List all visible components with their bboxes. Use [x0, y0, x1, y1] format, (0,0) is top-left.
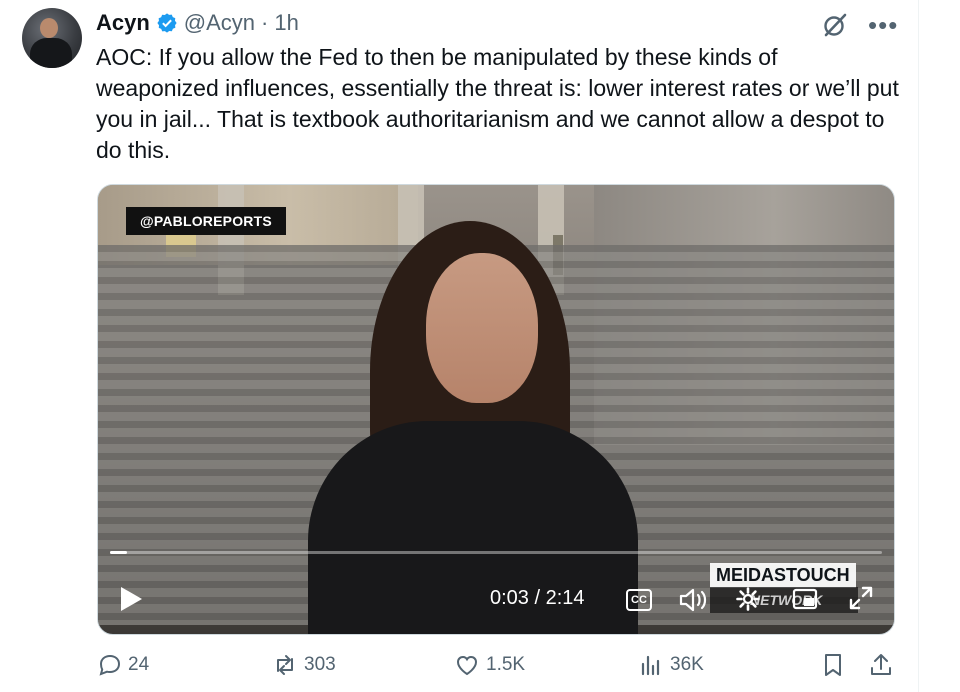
timeline-divider	[918, 0, 919, 692]
reply-icon	[99, 654, 121, 676]
video-player[interactable]: @PABLOREPORTS MEIDASTOUCH NETWORK 0:03 /…	[97, 184, 895, 635]
reply-count: 24	[128, 654, 150, 675]
repost-count: 303	[304, 654, 336, 675]
picture-in-picture-icon[interactable]	[792, 587, 818, 611]
video-progress-fill	[110, 551, 127, 554]
tweet-header: Acyn @Acyn · 1h	[96, 9, 299, 37]
views-count: 36K	[670, 654, 704, 675]
tweet-top-actions: •••	[820, 10, 898, 40]
views-icon	[641, 655, 660, 676]
tweet-text: AOC: If you allow the Fed to then be man…	[96, 44, 899, 163]
video-watermark: @PABLOREPORTS	[126, 207, 286, 235]
like-button[interactable]: 1.5K	[454, 652, 525, 678]
video-progress-bar[interactable]	[110, 551, 882, 554]
volume-icon[interactable]	[678, 587, 708, 613]
separator: ·	[261, 10, 269, 35]
views-button[interactable]: 36K	[638, 652, 704, 678]
repost-icon	[277, 655, 293, 675]
closed-captions-icon[interactable]: CC	[626, 589, 652, 611]
settings-gear-icon[interactable]	[736, 587, 760, 611]
like-count: 1.5K	[486, 654, 526, 675]
more-icon[interactable]: •••	[868, 12, 898, 38]
video-time: 0:03 / 2:14	[490, 587, 585, 609]
avatar[interactable]	[22, 8, 82, 68]
share-button[interactable]	[868, 652, 894, 678]
tweet-actions: 24 303 1.5K 36K	[96, 652, 896, 686]
fullscreen-icon[interactable]	[848, 585, 874, 611]
timestamp[interactable]: 1h	[274, 10, 298, 36]
video-subject	[308, 221, 638, 634]
display-name[interactable]: Acyn	[96, 10, 150, 36]
share-icon	[871, 654, 891, 675]
grok-icon[interactable]	[820, 10, 850, 40]
repost-button[interactable]: 303	[272, 652, 336, 678]
like-icon	[456, 655, 478, 676]
verified-badge-icon	[157, 13, 177, 33]
bookmark-button[interactable]	[820, 652, 846, 678]
reply-button[interactable]: 24	[96, 652, 149, 678]
bookmark-icon	[825, 654, 841, 676]
video-controls: 0:03 / 2:14 CC	[98, 577, 894, 621]
play-icon[interactable]	[118, 585, 144, 613]
handle[interactable]: @Acyn	[184, 10, 255, 36]
